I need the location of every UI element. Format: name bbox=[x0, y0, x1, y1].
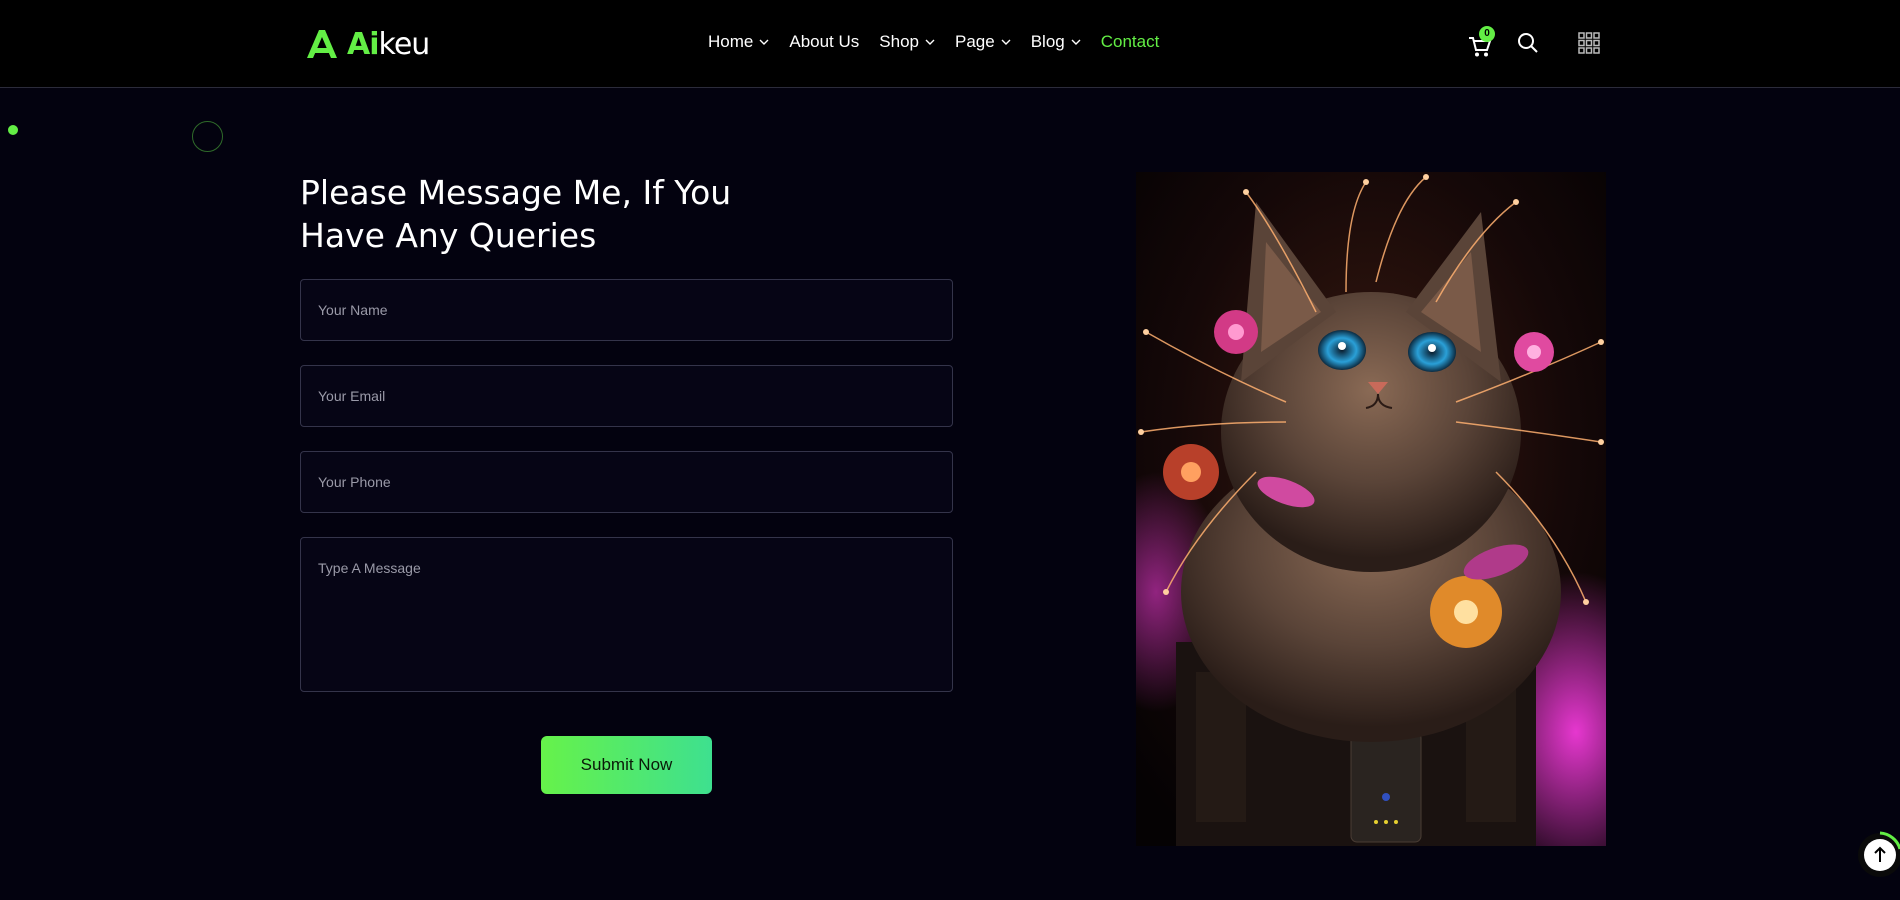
nav-item-label: Blog bbox=[1030, 32, 1065, 51]
contact-title: Please Message Me, If You Have Any Queri… bbox=[300, 171, 800, 257]
decor-ring bbox=[192, 121, 223, 152]
contact-title-line2: Have Any Queries bbox=[300, 216, 597, 255]
chevron-down-icon bbox=[1071, 39, 1081, 45]
chevron-down-icon bbox=[925, 39, 935, 45]
scroll-top-button[interactable] bbox=[1856, 831, 1900, 879]
cat-illustration bbox=[1136, 172, 1606, 846]
nav-item-label: Home bbox=[708, 32, 754, 51]
grid-menu-icon[interactable] bbox=[1578, 32, 1600, 54]
brand-name-rest: keu bbox=[378, 26, 431, 62]
brand-logo[interactable]: Aikeu bbox=[305, 26, 431, 62]
message-textarea[interactable]: Type A Message bbox=[300, 537, 953, 692]
nav-item-label: Contact bbox=[1100, 32, 1160, 51]
submit-label: Submit Now bbox=[580, 755, 673, 774]
nav-item-label: About Us bbox=[789, 32, 860, 51]
cart-count-badge: 0 bbox=[1479, 26, 1495, 42]
phone-placeholder: Your Phone bbox=[318, 474, 391, 490]
nav-item-contact[interactable]: Contact bbox=[1101, 32, 1160, 52]
message-placeholder: Type A Message bbox=[318, 560, 421, 576]
submit-button[interactable]: Submit Now bbox=[541, 736, 712, 794]
nav-item-label: Page bbox=[955, 32, 995, 51]
search-icon[interactable] bbox=[1517, 32, 1539, 54]
name-placeholder: Your Name bbox=[318, 302, 388, 318]
phone-field[interactable]: Your Phone bbox=[300, 451, 953, 513]
nav-item-blog[interactable]: Blog bbox=[1031, 32, 1081, 52]
email-placeholder: Your Email bbox=[318, 388, 386, 404]
decor-dot bbox=[8, 125, 18, 135]
brand-name-accent: Ai bbox=[347, 26, 380, 62]
contact-image bbox=[1136, 172, 1606, 846]
logo-icon bbox=[307, 30, 337, 58]
contact-title-line1: Please Message Me, If You bbox=[300, 173, 732, 212]
nav-item-about[interactable]: About Us bbox=[789, 32, 859, 52]
name-field[interactable]: Your Name bbox=[300, 279, 953, 341]
chevron-down-icon bbox=[759, 39, 769, 45]
email-field[interactable]: Your Email bbox=[300, 365, 953, 427]
main-nav: Home About Us Shop Page Blog Contact bbox=[708, 30, 1159, 54]
nav-item-label: Shop bbox=[879, 32, 919, 51]
nav-item-shop[interactable]: Shop bbox=[879, 32, 935, 52]
brand-name: Aikeu bbox=[347, 26, 431, 62]
chevron-down-icon bbox=[1001, 39, 1011, 45]
nav-item-page[interactable]: Page bbox=[955, 32, 1011, 52]
nav-item-home[interactable]: Home bbox=[708, 32, 769, 52]
site-header: Aikeu Home About Us Shop Page Blog Conta… bbox=[0, 0, 1900, 88]
